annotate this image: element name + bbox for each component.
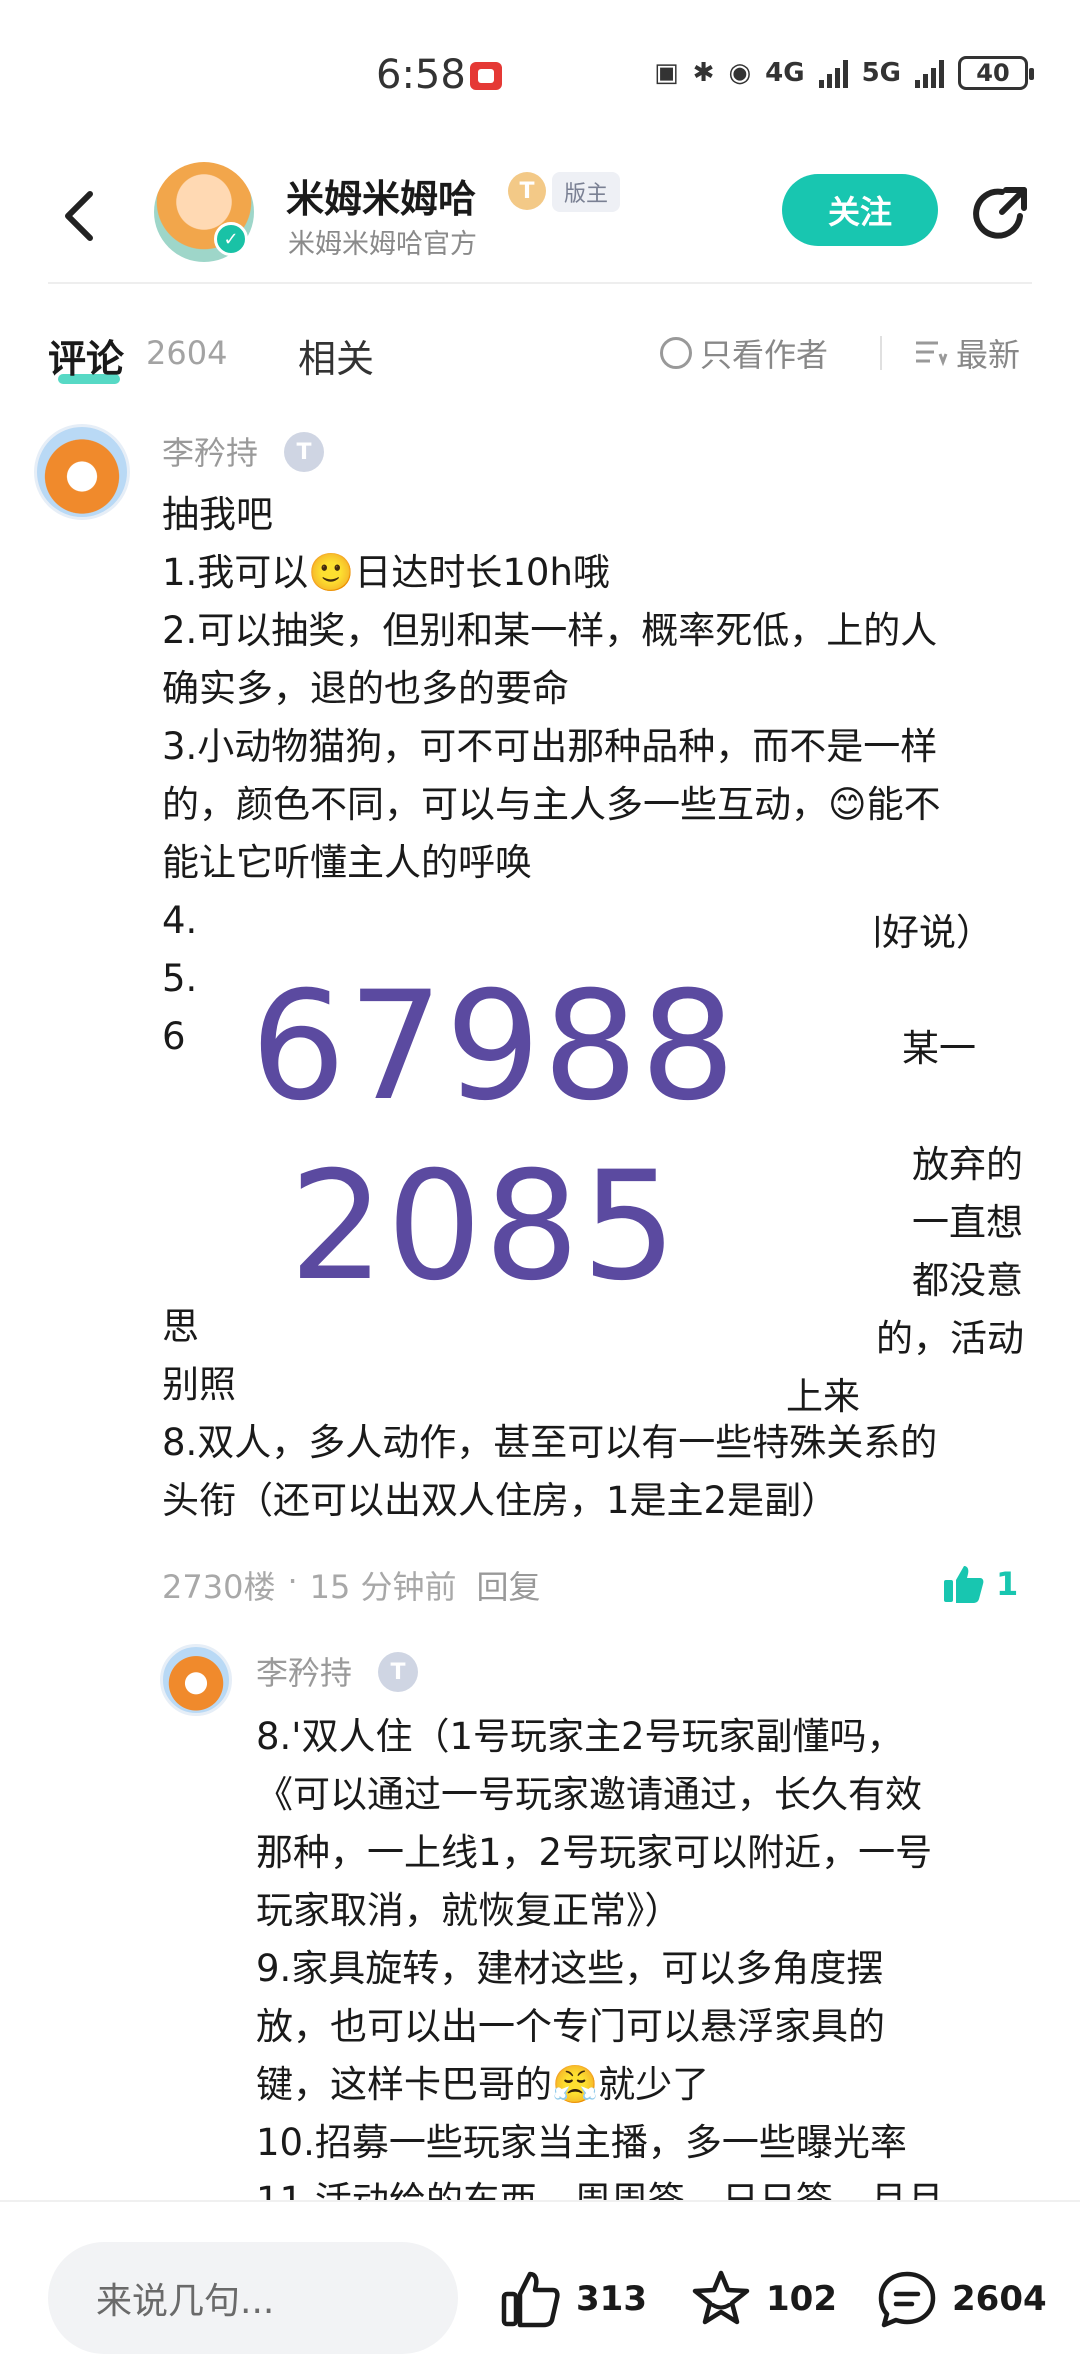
reply-avatar[interactable] xyxy=(160,1644,232,1716)
battery-icon: 40 xyxy=(958,56,1034,90)
post-header: ✓ 米姆米姆哈 T 版主 米姆米姆哈官方 关注 xyxy=(0,150,1080,280)
nfc-icon: ▣ xyxy=(654,58,679,88)
comment-meta: 2730楼 · 15 分钟前 回复 xyxy=(162,1562,541,1608)
comments-button[interactable]: 2604 xyxy=(876,2268,1047,2330)
author-subtitle: 米姆米姆哈官方 xyxy=(288,229,477,260)
comment-fragment: 的，活动 xyxy=(876,1317,1024,1360)
reply-username[interactable]: 李矜持 xyxy=(256,1648,352,1694)
reply-line: 9.家具旋转，建材这些，可以多角度摆 xyxy=(256,1947,884,1990)
tab-separator xyxy=(880,336,882,370)
comment-bubble-icon xyxy=(878,2271,936,2328)
reply-line: 放，也可以出一个专门可以悬浮家具的 xyxy=(256,2005,885,2048)
watermark-number-1: 67988 xyxy=(250,960,738,1134)
favorite-count: 102 xyxy=(766,2279,837,2319)
author-only-toggle[interactable]: 只看作者 xyxy=(660,330,828,376)
comment-line: 1.我可以🙂日达时长10h哦 xyxy=(162,551,610,594)
network-5g-label: 5G xyxy=(861,58,901,88)
thumbs-up-outline-icon xyxy=(501,2271,560,2328)
follow-button[interactable]: 关注 xyxy=(782,174,938,246)
status-bar: 6:58 ▣ ✱ ◉ 4G 5G 40 xyxy=(0,0,1080,150)
verified-icon: ✓ xyxy=(214,222,248,256)
commenter-avatar[interactable] xyxy=(34,424,130,520)
author-level-badge: T xyxy=(508,172,546,210)
author-name[interactable]: 米姆米姆哈 xyxy=(286,168,476,223)
status-icons: ▣ ✱ ◉ 4G 5G 40 xyxy=(654,56,1034,90)
share-icon[interactable] xyxy=(970,182,1034,246)
comment-line: 3.小动物猫狗，可不可出那种品种，而不是一样 xyxy=(162,725,938,768)
signal-icon-2 xyxy=(915,58,944,88)
comment-fragment: 上来 xyxy=(786,1375,860,1418)
thumbs-up-icon xyxy=(944,1566,984,1603)
like-count: 313 xyxy=(576,2279,647,2319)
comment-line: 2.可以抽奖，但别和某一样，概率死低，上的人 xyxy=(162,609,938,652)
comment-line: 确实多，退的也多的要命 xyxy=(162,667,569,710)
star-outline-icon xyxy=(692,2270,750,2325)
like-button[interactable]: 313 xyxy=(500,2268,647,2330)
reply-level-badge: T xyxy=(378,1652,418,1692)
bluetooth-icon: ✱ xyxy=(692,58,715,88)
signal-icon xyxy=(818,58,848,88)
reply-line: 8.'双人住（1号玩家主2号玩家副懂吗， xyxy=(256,1715,904,1758)
comment-line: 的，颜色不同，可以与主人多一些互动，😊能不 xyxy=(162,783,941,826)
bottom-action-bar: 来说几句... 313 102 2604 xyxy=(0,2200,1080,2376)
status-time: 6:58 xyxy=(376,52,466,98)
reply-button[interactable]: 回复 xyxy=(477,1562,541,1608)
comment-time: 15 分钟前 xyxy=(309,1568,457,1606)
watermark-number-2: 2085 xyxy=(289,1140,679,1314)
hotspot-icon: ◉ xyxy=(728,58,752,88)
commenter-name[interactable]: 李矜持 xyxy=(162,428,258,474)
comments-count: 2604 xyxy=(146,334,228,372)
screen-record-icon xyxy=(470,62,502,90)
network-4g-label: 4G xyxy=(765,58,805,88)
meta-dot: · xyxy=(287,1562,298,1600)
comment-line: 头衔（还可以出双人住房，1是主2是副） xyxy=(162,1479,839,1522)
reply-line: 10.招募一些玩家当主播，多一些曝光率 xyxy=(256,2121,907,2164)
reply-line: 那种，一上线1，2号玩家可以附近，一号 xyxy=(256,1831,933,1874)
tab-related[interactable]: 相关 xyxy=(298,328,374,383)
sort-button[interactable]: 最新 xyxy=(914,330,1020,376)
comment-tabs: 评论 2604 相关 只看作者 最新 xyxy=(0,316,1080,396)
comment-input[interactable]: 来说几句... xyxy=(48,2242,458,2354)
radio-circle-icon xyxy=(660,337,692,369)
comments-total: 2604 xyxy=(952,2279,1047,2319)
commenter-level-badge: T xyxy=(284,432,324,472)
author-only-label: 只看作者 xyxy=(700,336,829,374)
floor-number: 2730楼 xyxy=(162,1568,276,1606)
sort-label: 最新 xyxy=(956,336,1021,374)
sort-icon xyxy=(916,341,948,367)
comment-line: 抽我吧 xyxy=(162,493,273,536)
comment-like-button[interactable]: 1 xyxy=(942,1562,1018,1606)
reply-text: 8.'双人住（1号玩家主2号玩家副懂吗， 《可以通过一号玩家邀请通过，长久有效 … xyxy=(256,1708,1036,2230)
tab-comments[interactable]: 评论 xyxy=(48,328,124,383)
back-arrow-icon[interactable] xyxy=(56,184,104,248)
reply-line: 玩家取消，就恢复正常》） xyxy=(256,1889,682,1932)
comment-like-count: 1 xyxy=(996,1565,1019,1603)
reply-line: 《可以通过一号玩家邀请通过，长久有效 xyxy=(256,1773,922,1816)
comment-line: 能让它听懂主人的呼唤 xyxy=(162,841,532,884)
favorite-button[interactable]: 102 xyxy=(690,2268,837,2330)
header-divider xyxy=(48,282,1032,284)
reply-line: 键，这样卡巴哥的😤就少了 xyxy=(256,2063,710,2106)
comment-line: 8.双人，多人动作，甚至可以有一些特殊关系的 xyxy=(162,1421,938,1464)
moderator-badge: 版主 xyxy=(552,172,621,212)
